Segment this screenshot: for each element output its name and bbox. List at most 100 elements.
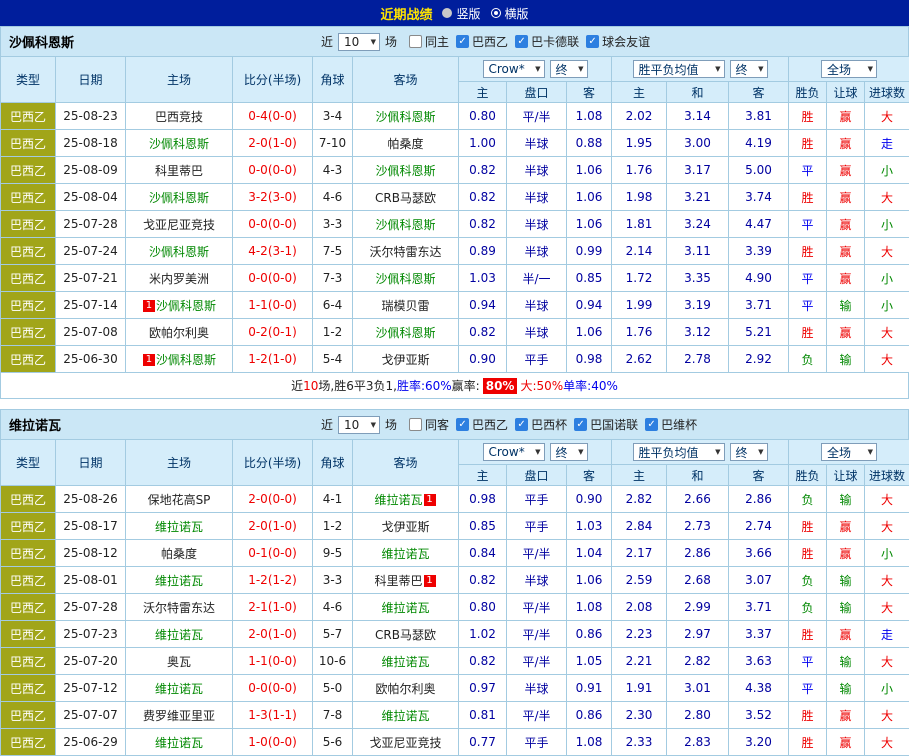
home-team-name[interactable]: 沙佩科恩斯 <box>149 137 209 151</box>
away-team-name[interactable]: 戈亚尼亚竞技 <box>369 736 441 750</box>
home-water-cell: 0.80 <box>459 103 507 130</box>
avg-odds-select[interactable]: 胜平负均值▼ <box>633 60 725 78</box>
score-cell[interactable]: 3-2(3-0) <box>233 184 313 211</box>
avg-odds-select[interactable]: 胜平负均值▼ <box>633 443 725 461</box>
away-team-name[interactable]: 沃尔特雷东达 <box>369 245 441 259</box>
score-cell[interactable]: 2-0(0-0) <box>233 486 313 513</box>
home-team-name[interactable]: 维拉诺瓦 <box>155 574 203 588</box>
checked-checkbox-icon[interactable] <box>574 418 587 431</box>
away-team-name[interactable]: 维拉诺瓦 <box>374 493 422 507</box>
score-cell[interactable]: 1-3(1-1) <box>233 702 313 729</box>
score-cell[interactable]: 2-0(1-0) <box>233 513 313 540</box>
away-team-name[interactable]: 维拉诺瓦 <box>381 655 429 669</box>
home-team-name[interactable]: 维拉诺瓦 <box>155 736 203 750</box>
home-team-cell: 沙佩科恩斯 <box>126 238 233 265</box>
away-team-name[interactable]: 维拉诺瓦 <box>381 709 429 723</box>
layout-radio[interactable]: 竖版 <box>442 5 480 22</box>
scope-select[interactable]: 全场▼ <box>821 443 877 461</box>
odds-final-select[interactable]: 终▼ <box>550 443 588 461</box>
home-team-name[interactable]: 保地花高SP <box>148 493 211 507</box>
match-count-select[interactable]: 10▼ <box>338 33 380 51</box>
filter-checkbox[interactable]: 球会友谊 <box>586 33 650 50</box>
filter-checkbox[interactable]: 巴维杯 <box>645 416 697 433</box>
home-team-name[interactable]: 维拉诺瓦 <box>155 682 203 696</box>
unchecked-checkbox-icon[interactable] <box>409 35 422 48</box>
score-cell[interactable]: 1-1(0-0) <box>233 648 313 675</box>
avg-draw-odds-cell: 2.83 <box>667 729 729 756</box>
score-cell[interactable]: 2-0(1-0) <box>233 621 313 648</box>
selected-radio-icon[interactable] <box>491 8 501 18</box>
home-team-name[interactable]: 沙佩科恩斯 <box>149 245 209 259</box>
checked-checkbox-icon[interactable] <box>456 418 469 431</box>
away-team-name[interactable]: 沙佩科恩斯 <box>375 326 435 340</box>
home-team-name[interactable]: 奥瓦 <box>167 655 191 669</box>
home-team-name[interactable]: 沙佩科恩斯 <box>156 299 216 313</box>
home-team-name[interactable]: 米内罗美洲 <box>149 272 209 286</box>
checked-checkbox-icon[interactable] <box>515 418 528 431</box>
away-team-name[interactable]: 戈伊亚斯 <box>381 520 429 534</box>
filter-checkbox[interactable]: 同客 <box>409 416 449 433</box>
away-team-name[interactable]: 维拉诺瓦 <box>381 547 429 561</box>
checked-checkbox-icon[interactable] <box>456 35 469 48</box>
away-team-name[interactable]: 戈伊亚斯 <box>381 353 429 367</box>
avg-final-select[interactable]: 终▼ <box>730 60 768 78</box>
filter-checkbox[interactable]: 巴西杯 <box>515 416 567 433</box>
score-cell[interactable]: 1-2(1-2) <box>233 567 313 594</box>
home-team-name[interactable]: 欧帕尔利奥 <box>149 326 209 340</box>
score-cell[interactable]: 0-4(0-0) <box>233 103 313 130</box>
home-water-cell: 0.77 <box>459 729 507 756</box>
home-team-name[interactable]: 沃尔特雷东达 <box>143 601 215 615</box>
away-team-name[interactable]: 科里蒂巴 <box>374 574 422 588</box>
home-team-name[interactable]: 费罗维亚里亚 <box>143 709 215 723</box>
away-team-name[interactable]: 瑞模贝雷 <box>381 299 429 313</box>
score-cell[interactable]: 0-0(0-0) <box>233 675 313 702</box>
score-cell[interactable]: 0-0(0-0) <box>233 211 313 238</box>
checked-checkbox-icon[interactable] <box>645 418 658 431</box>
checked-checkbox-icon[interactable] <box>586 35 599 48</box>
score-cell[interactable]: 2-0(1-0) <box>233 130 313 157</box>
away-team-name[interactable]: 沙佩科恩斯 <box>375 272 435 286</box>
unselected-radio-icon[interactable] <box>442 8 452 18</box>
away-team-name[interactable]: 帕桑度 <box>387 137 423 151</box>
date-cell: 25-08-17 <box>56 513 126 540</box>
odds-final-select[interactable]: 终▼ <box>550 60 588 78</box>
away-team-name[interactable]: 欧帕尔利奥 <box>375 682 435 696</box>
score-cell[interactable]: 0-0(0-0) <box>233 265 313 292</box>
away-team-name[interactable]: CRB马瑟欧 <box>375 628 436 642</box>
checked-checkbox-icon[interactable] <box>515 35 528 48</box>
home-team-name[interactable]: 科里蒂巴 <box>155 164 203 178</box>
score-cell[interactable]: 0-1(0-0) <box>233 540 313 567</box>
avg-final-select[interactable]: 终▼ <box>730 443 768 461</box>
home-team-name[interactable]: 巴西竞技 <box>155 110 203 124</box>
home-team-name[interactable]: 维拉诺瓦 <box>155 520 203 534</box>
col-away: 客场 <box>353 57 459 103</box>
unchecked-checkbox-icon[interactable] <box>409 418 422 431</box>
odds-source-select[interactable]: Crow*▼ <box>483 60 545 78</box>
home-team-name[interactable]: 沙佩科恩斯 <box>156 353 216 367</box>
home-team-name[interactable]: 维拉诺瓦 <box>155 628 203 642</box>
away-team-name[interactable]: 沙佩科恩斯 <box>375 110 435 124</box>
scope-select[interactable]: 全场▼ <box>821 60 877 78</box>
home-team-name[interactable]: 帕桑度 <box>161 547 197 561</box>
away-team-name[interactable]: 沙佩科恩斯 <box>375 218 435 232</box>
filter-checkbox[interactable]: 巴卡德联 <box>515 33 579 50</box>
away-team-name[interactable]: 沙佩科恩斯 <box>375 164 435 178</box>
away-team-name[interactable]: CRB马瑟欧 <box>375 191 436 205</box>
score-cell[interactable]: 0-2(0-1) <box>233 319 313 346</box>
filter-checkbox[interactable]: 巴西乙 <box>456 33 508 50</box>
filter-checkbox[interactable]: 巴西乙 <box>456 416 508 433</box>
score-cell[interactable]: 0-0(0-0) <box>233 157 313 184</box>
score-cell[interactable]: 1-1(0-0) <box>233 292 313 319</box>
odds-source-select[interactable]: Crow*▼ <box>483 443 545 461</box>
score-cell[interactable]: 2-1(1-0) <box>233 594 313 621</box>
filter-checkbox[interactable]: 同主 <box>409 33 449 50</box>
match-count-select[interactable]: 10▼ <box>338 416 380 434</box>
filter-checkbox[interactable]: 巴国诺联 <box>574 416 638 433</box>
home-team-name[interactable]: 沙佩科恩斯 <box>149 191 209 205</box>
layout-radio[interactable]: 横版 <box>491 5 529 22</box>
home-team-name[interactable]: 戈亚尼亚竞技 <box>143 218 215 232</box>
score-cell[interactable]: 1-0(0-0) <box>233 729 313 756</box>
score-cell[interactable]: 4-2(3-1) <box>233 238 313 265</box>
score-cell[interactable]: 1-2(1-0) <box>233 346 313 373</box>
away-team-name[interactable]: 维拉诺瓦 <box>381 601 429 615</box>
